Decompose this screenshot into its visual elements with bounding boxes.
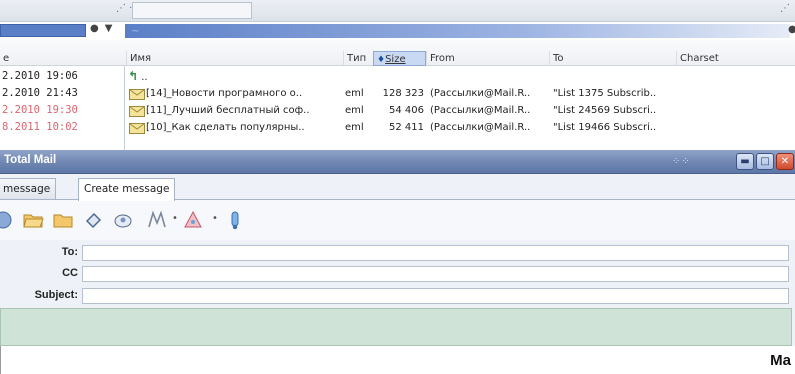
column-header-charset[interactable]: Charset (676, 51, 791, 66)
maximize-button[interactable]: □ (756, 153, 774, 170)
tab-label: message (3, 183, 51, 195)
title-grip-icon: ⁘⁘ (672, 156, 691, 167)
column-label: To (553, 53, 564, 64)
envelope-icon (129, 123, 145, 134)
page-margin (0, 346, 795, 374)
file-to: "List 19466 Subscri.. (553, 122, 657, 133)
path-text: ~ (131, 26, 140, 37)
file-to: "List 1375 Subscrib.. (553, 88, 657, 99)
column-header-date[interactable]: e (0, 51, 125, 66)
send-icon[interactable] (0, 209, 14, 231)
left-path-bar[interactable] (0, 24, 86, 37)
sort-desc-icon: ♦ (377, 55, 386, 65)
column-header-to[interactable]: To (549, 51, 676, 66)
total-mail-titlebar[interactable]: Total Mail ⁘⁘ ▬ □ ✕ (0, 150, 795, 174)
column-headers: e Имя Тип ♦Size From To Charset (0, 40, 795, 66)
date-row[interactable]: 8.2011 10:02 (2, 119, 120, 136)
toolbar-overflow-icon[interactable]: ⋰ (780, 3, 790, 14)
left-nav-arrows[interactable]: ●▼ (90, 23, 120, 38)
caption-text: Ma (770, 352, 791, 369)
open-folder-icon[interactable] (22, 209, 44, 231)
file-type: eml (345, 88, 364, 99)
column-label: Имя (130, 53, 152, 64)
bullet-icon[interactable]: ● (90, 23, 105, 34)
encrypt-icon[interactable] (224, 209, 246, 231)
panel-divider (124, 66, 125, 150)
envelope-icon (129, 106, 145, 117)
priority-icon[interactable] (182, 209, 204, 231)
message-body-editor[interactable] (0, 308, 792, 346)
table-row[interactable]: [10]_Как сделать популярны.. eml 52 411 … (128, 119, 788, 136)
file-to: "List 24569 Subscri.. (553, 105, 657, 116)
column-header-size[interactable]: ♦Size (373, 51, 426, 66)
frame-edge (0, 346, 1, 374)
subject-field[interactable] (82, 288, 789, 304)
up-arrow-icon: ↰ (128, 69, 139, 83)
file-name: [14]_Новости програмного о.. (146, 88, 303, 99)
minimize-button[interactable]: ▬ (736, 153, 754, 170)
tab-message[interactable]: message (0, 178, 57, 200)
date-row[interactable]: 2.2010 19:06 (2, 68, 120, 85)
column-label: From (430, 53, 455, 64)
dropdown-arrow-icon[interactable]: ▼ (105, 23, 119, 34)
to-field[interactable] (82, 245, 789, 261)
parent-dir-row[interactable]: ↰ .. (128, 68, 788, 85)
file-type: eml (345, 105, 364, 116)
close-button[interactable]: ✕ (776, 153, 794, 170)
window-title: Total Mail (4, 154, 57, 166)
cc-label: CC (62, 267, 78, 279)
file-type: eml (345, 122, 364, 133)
file-name: [10]_Как сделать популярны.. (146, 122, 305, 133)
dropdown-arrow-icon[interactable]: • (172, 213, 178, 224)
table-row[interactable]: [14]_Новости програмного о.. eml 128 323… (128, 85, 788, 102)
column-header-type[interactable]: Тип (343, 51, 373, 66)
file-from: (Рассылки@Mail.R.. (430, 122, 531, 133)
date-row[interactable]: 2.2010 19:30 (2, 102, 120, 119)
file-size: 128 323 (382, 88, 424, 99)
file-size: 52 411 (389, 122, 424, 133)
top-toolbar: ⋰ ·· ⋰ (0, 0, 795, 22)
signature-icon[interactable] (146, 209, 168, 231)
column-label: e (3, 53, 10, 64)
file-name: [11]_Лучший бесплатный соф.. (146, 105, 310, 116)
parent-dir-label: .. (141, 72, 148, 83)
address-book-icon[interactable] (112, 209, 134, 231)
file-from: (Рассылки@Mail.R.. (430, 88, 531, 99)
table-row[interactable]: [11]_Лучший бесплатный соф.. eml 54 406 … (128, 102, 788, 119)
bullet-icon[interactable]: ● (788, 24, 795, 35)
tab-create-message[interactable]: Create message (78, 178, 176, 201)
column-label: Size (385, 54, 406, 65)
column-header-from[interactable]: From (426, 51, 549, 66)
file-size: 54 406 (389, 105, 424, 116)
column-header-name[interactable]: Имя (126, 51, 343, 66)
right-path-bar[interactable]: ~ (125, 24, 790, 38)
cc-field[interactable] (82, 266, 789, 282)
compose-toolbar: • • (0, 200, 795, 240)
column-label: Тип (347, 53, 367, 64)
message-tabs: message Create message (0, 178, 795, 201)
date-row[interactable]: 2.2010 21:43 (2, 85, 120, 102)
tab-label: Create message (84, 183, 170, 195)
file-from: (Рассылки@Mail.R.. (430, 105, 531, 116)
drive-selector[interactable] (132, 2, 252, 19)
subject-label: Subject: (34, 289, 78, 301)
folder-icon[interactable] (52, 209, 74, 231)
to-label: To: (61, 246, 78, 258)
dropdown-arrow-icon[interactable]: • (212, 213, 218, 224)
envelope-icon (129, 89, 145, 100)
column-label: Charset (680, 53, 719, 64)
attach-icon[interactable] (82, 209, 104, 231)
